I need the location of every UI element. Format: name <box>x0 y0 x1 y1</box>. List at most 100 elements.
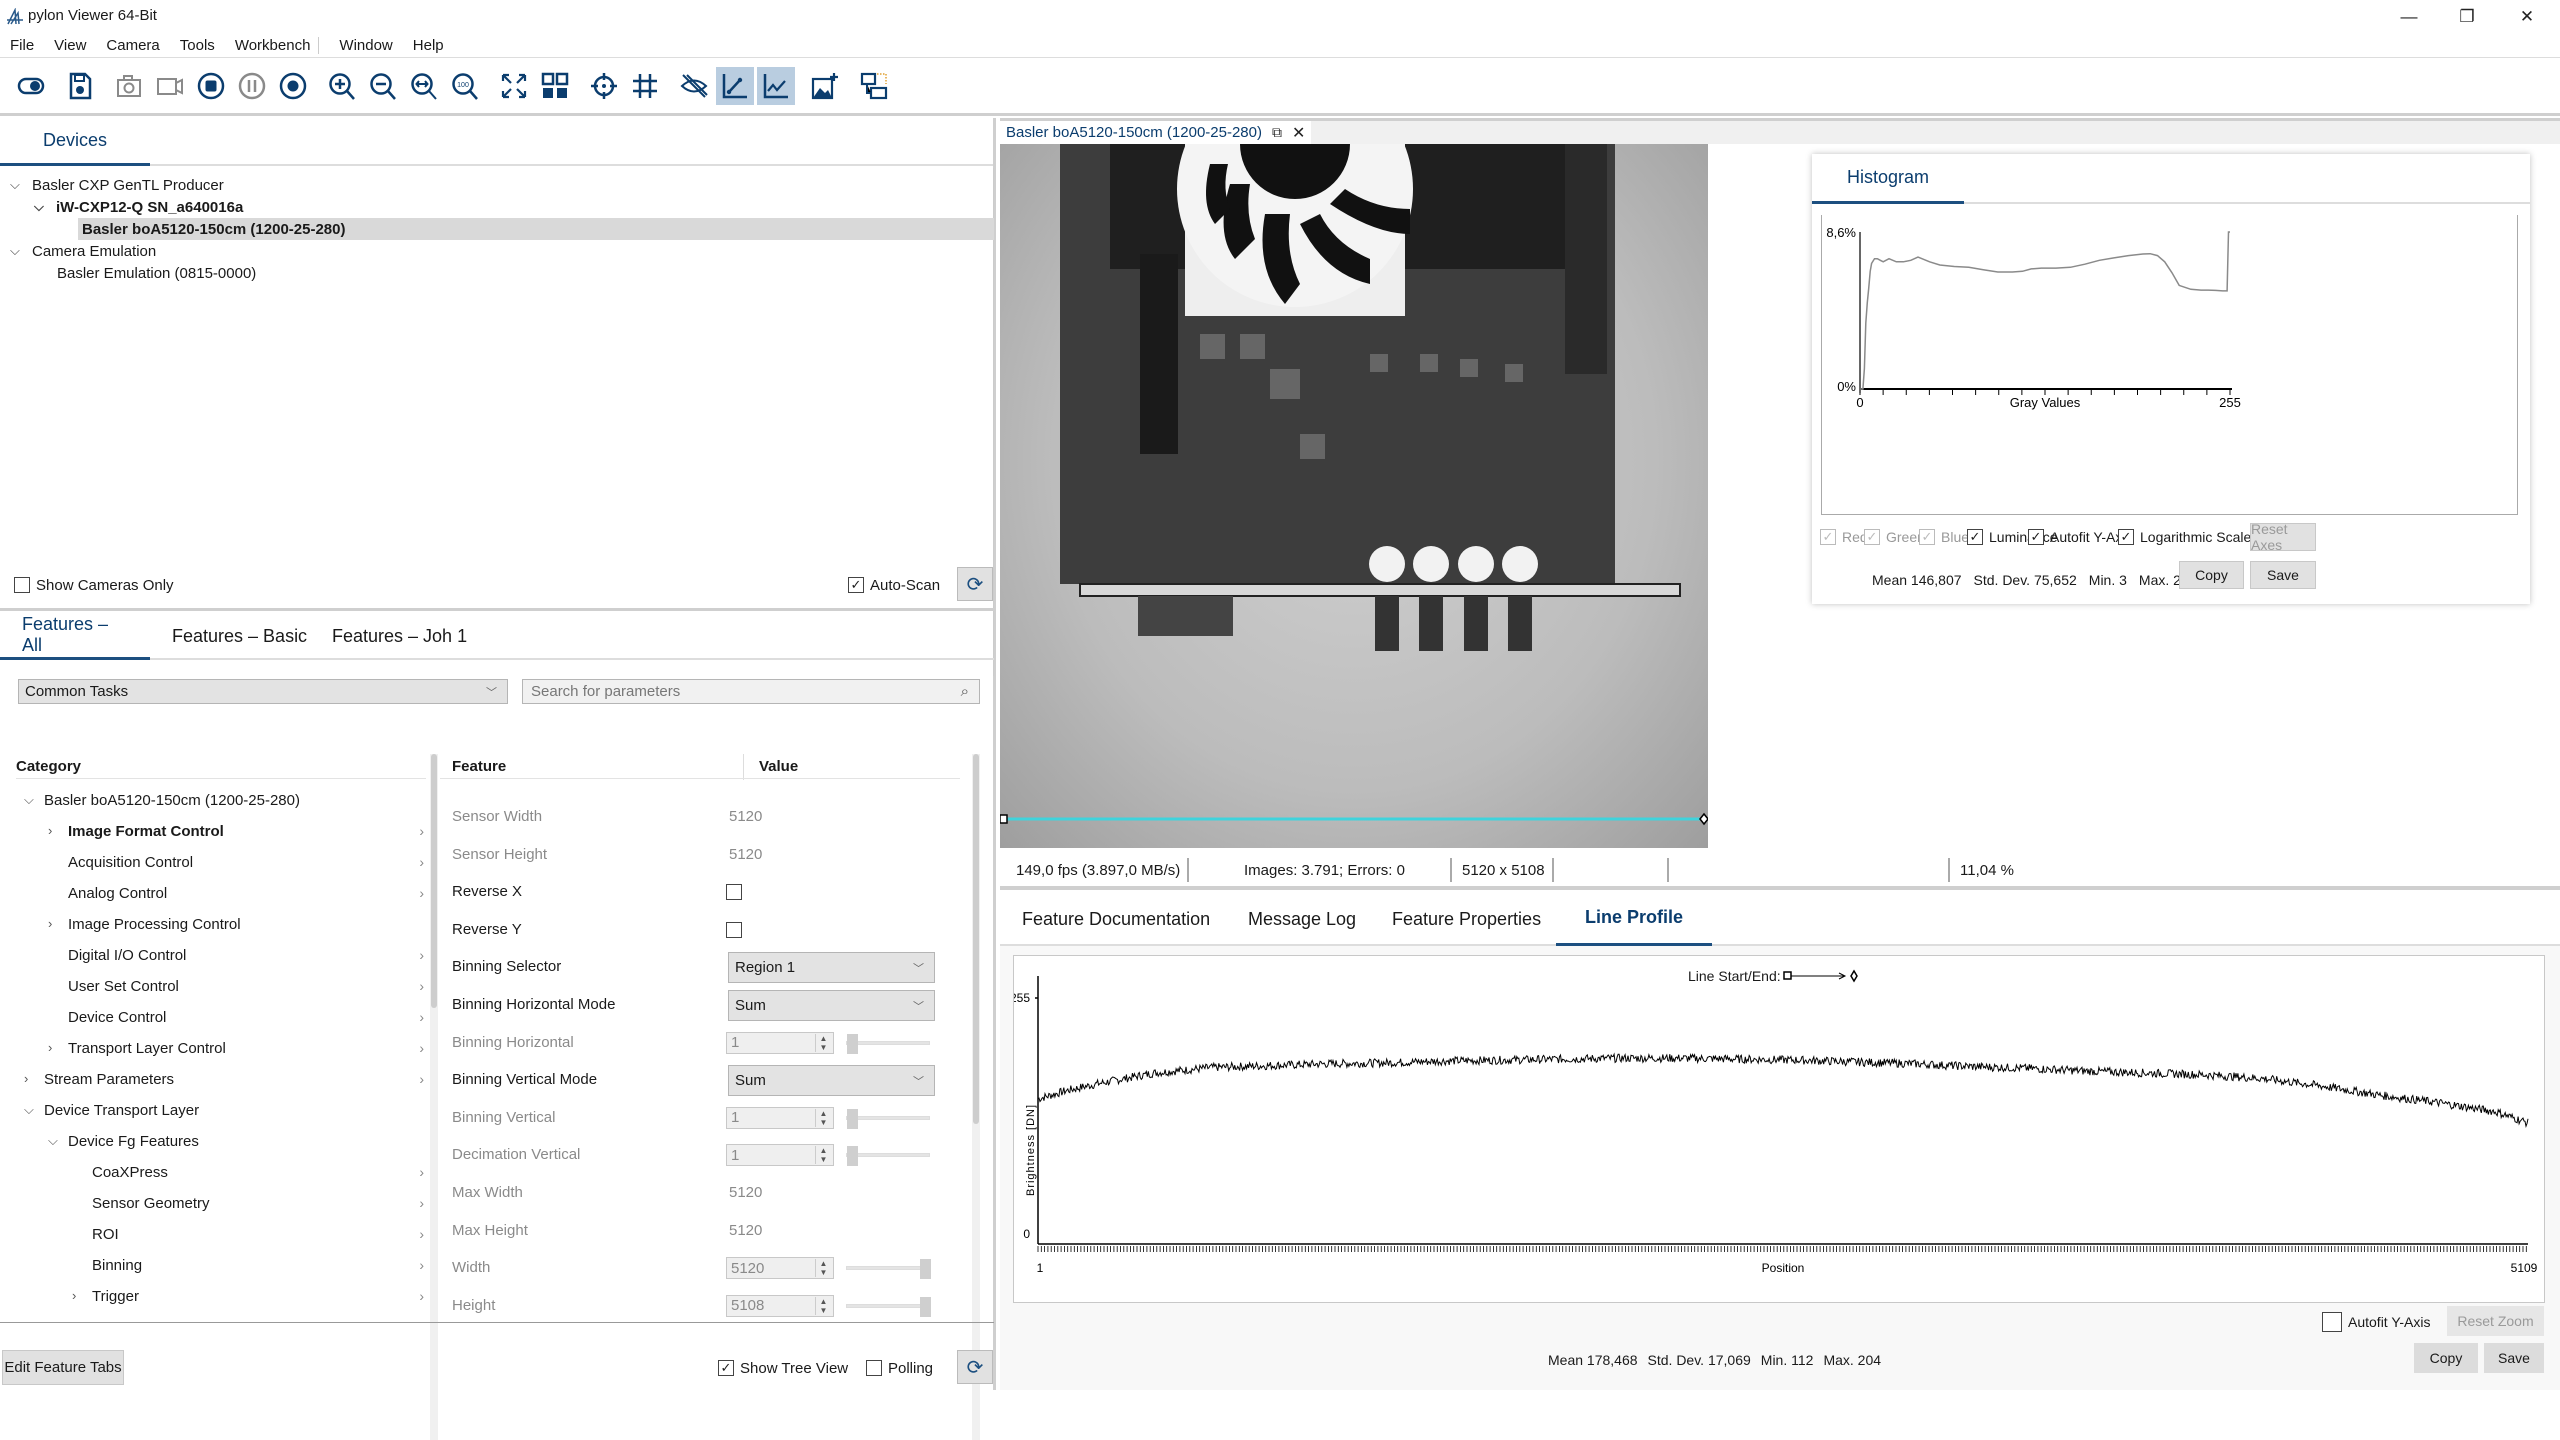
category-item[interactable]: › Stream Parameters › <box>0 1069 428 1093</box>
category-item[interactable]: Digital I/O Control › <box>0 945 428 969</box>
lp-autofit-checkbox[interactable]: Autofit Y-Axis <box>2322 1311 2431 1333</box>
chevron-right-icon[interactable]: › <box>72 1288 76 1303</box>
lp-save-button[interactable]: Save <box>2484 1343 2544 1373</box>
feature-search-input[interactable]: Search for parameters ⌕ <box>522 679 980 704</box>
chevron-right-icon[interactable]: › <box>48 916 52 931</box>
height-slider[interactable] <box>846 1296 931 1317</box>
binning-vertical-spinbox[interactable]: 1 ▲ ▼ <box>726 1106 834 1129</box>
slider-thumb[interactable] <box>847 1033 858 1054</box>
tab-feature-documentation[interactable]: Feature Documentation <box>1000 892 1232 946</box>
tile-windows-button[interactable] <box>536 67 574 105</box>
show-tree-view-checkbox[interactable]: ✓ Show Tree View <box>718 1357 848 1379</box>
reverse-x-checkbox[interactable] <box>726 884 742 901</box>
spin-arrows-icon[interactable]: ▲ ▼ <box>815 1033 831 1052</box>
zoom-fit-button[interactable] <box>405 67 443 105</box>
line-start-handle[interactable] <box>1000 814 1008 824</box>
tab-histogram[interactable]: Histogram <box>1812 154 1964 204</box>
layout-button[interactable] <box>855 67 893 105</box>
chevron-right-icon[interactable]: › <box>419 1195 424 1211</box>
tab-features-all[interactable]: Features – All <box>0 612 150 660</box>
scrollbar-thumb[interactable] <box>431 754 437 1008</box>
polling-checkbox[interactable]: Polling <box>866 1357 933 1379</box>
category-item[interactable]: › Image Format Control › <box>0 821 428 845</box>
reset-axes-button[interactable]: Reset Axes <box>2250 521 2316 553</box>
binning-selector-combo[interactable]: Region 1 ﹀ <box>728 952 935 984</box>
spin-arrows-icon[interactable]: ▲ ▼ <box>815 1259 831 1278</box>
binning-vertical-mode-combo[interactable]: Sum ﹀ <box>728 1065 935 1097</box>
minimize-button[interactable]: — <box>2380 0 2438 34</box>
feature-scrollbar[interactable] <box>972 754 980 1440</box>
spin-arrows-icon[interactable]: ▲ ▼ <box>815 1296 831 1315</box>
tab-line-profile[interactable]: Line Profile <box>1556 892 1712 946</box>
category-item[interactable]: User Set Control › <box>0 976 428 1000</box>
crosshair-button[interactable] <box>585 67 623 105</box>
category-item[interactable]: Device Control › <box>0 1007 428 1031</box>
histogram-autofit-y-checkbox[interactable]: ✓ Autofit Y-Axis <box>2028 526 2133 548</box>
category-item[interactable]: › Image Processing Control <box>0 914 428 938</box>
tab-devices[interactable]: Devices <box>0 118 150 166</box>
category-item[interactable]: ROI › <box>0 1224 428 1248</box>
hide-overlay-button[interactable] <box>675 67 713 105</box>
chevron-right-icon[interactable]: › <box>48 1040 52 1055</box>
zoom-out-button[interactable] <box>364 67 402 105</box>
chevron-right-icon[interactable]: › <box>419 1040 424 1056</box>
histogram-log-scale-checkbox[interactable]: ✓ Logarithmic Scale <box>2118 526 2251 548</box>
chevron-down-icon[interactable]: ⌵ <box>24 792 34 808</box>
category-item[interactable]: ⌵ Device Transport Layer <box>0 1100 428 1124</box>
decimation-vertical-slider[interactable] <box>846 1146 930 1167</box>
histogram-blue-checkbox[interactable]: ✓ Blue <box>1919 526 1969 548</box>
width-slider[interactable] <box>846 1259 931 1280</box>
lp-copy-button[interactable]: Copy <box>2414 1343 2478 1373</box>
refresh-devices-button[interactable]: ⟳ <box>957 567 993 601</box>
stop-button[interactable] <box>192 67 230 105</box>
binning-vertical-slider[interactable] <box>846 1108 930 1129</box>
fullscreen-button[interactable] <box>495 67 533 105</box>
height-spinbox[interactable]: 5108 ▲ ▼ <box>726 1294 834 1317</box>
camera-image[interactable] <box>1000 144 1708 848</box>
menu-workbench[interactable]: Workbench <box>235 37 320 54</box>
zoom-100-button[interactable]: 100 <box>446 67 484 105</box>
chevron-right-icon[interactable]: › <box>419 1257 424 1273</box>
line-profile-button[interactable] <box>716 66 754 105</box>
category-scrollbar[interactable] <box>430 754 438 1440</box>
tree-item-cxp-producer[interactable]: ⌵ Basler CXP GenTL Producer <box>10 174 224 196</box>
chevron-right-icon[interactable]: › <box>419 1009 424 1025</box>
continuous-shot-button[interactable] <box>151 67 189 105</box>
show-cameras-only-checkbox[interactable]: Show Cameras Only <box>14 574 174 596</box>
save-button[interactable] <box>61 67 99 105</box>
category-item[interactable]: Sensor Geometry › <box>0 1193 428 1217</box>
menu-tools[interactable]: Tools <box>180 37 215 54</box>
reverse-y-checkbox[interactable] <box>726 921 742 938</box>
category-item[interactable]: Binning › <box>0 1255 428 1279</box>
chevron-right-icon[interactable]: › <box>419 1288 424 1304</box>
tab-features-basic[interactable]: Features – Basic <box>150 612 329 660</box>
tree-item-camera-selected[interactable]: Basler boA5120-150cm (1200-25-280) <box>78 218 994 240</box>
slider-thumb[interactable] <box>920 1296 931 1317</box>
category-item[interactable]: › Trigger › <box>0 1286 428 1310</box>
record-button[interactable] <box>274 67 312 105</box>
edit-feature-tabs-button[interactable]: Edit Feature Tabs <box>2 1350 124 1385</box>
chevron-right-icon[interactable]: › <box>419 885 424 901</box>
spin-arrows-icon[interactable]: ▲ ▼ <box>815 1146 831 1165</box>
single-shot-button[interactable] <box>110 67 148 105</box>
slider-thumb[interactable] <box>920 1259 931 1280</box>
refresh-features-button[interactable]: ⟳ <box>957 1350 993 1384</box>
binning-horizontal-slider[interactable] <box>846 1033 930 1054</box>
close-button[interactable]: ✕ <box>2498 0 2556 34</box>
width-spinbox[interactable]: 5120 ▲ ▼ <box>726 1257 834 1280</box>
category-item[interactable]: › Transport Layer Control › <box>0 1038 428 1062</box>
grid-button[interactable] <box>626 67 664 105</box>
reset-zoom-button[interactable]: Reset Zoom <box>2447 1306 2544 1336</box>
tree-item-emulation-camera[interactable]: Basler Emulation (0815-0000) <box>57 262 256 284</box>
category-item[interactable]: Analog Control › <box>0 883 428 907</box>
decimation-vertical-spinbox[interactable]: 1 ▲ ▼ <box>726 1144 834 1167</box>
histogram-button[interactable] <box>757 66 795 105</box>
line-profile-chart[interactable]: 255 0 1 5109 Position Brightness [DN] <box>1010 956 2544 1302</box>
scrollbar-thumb[interactable] <box>973 754 979 1124</box>
chevron-right-icon[interactable]: › <box>419 1164 424 1180</box>
chevron-right-icon[interactable]: › <box>419 1071 424 1087</box>
category-item[interactable]: ⌵ Device Fg Features <box>0 1131 428 1155</box>
chevron-right-icon[interactable]: › <box>419 978 424 994</box>
histogram-chart[interactable]: 8,6% 0%0 255 Gray Values <box>1822 215 2519 515</box>
category-item[interactable]: ⌵ Basler boA5120-150cm (1200-25-280) <box>0 790 428 814</box>
